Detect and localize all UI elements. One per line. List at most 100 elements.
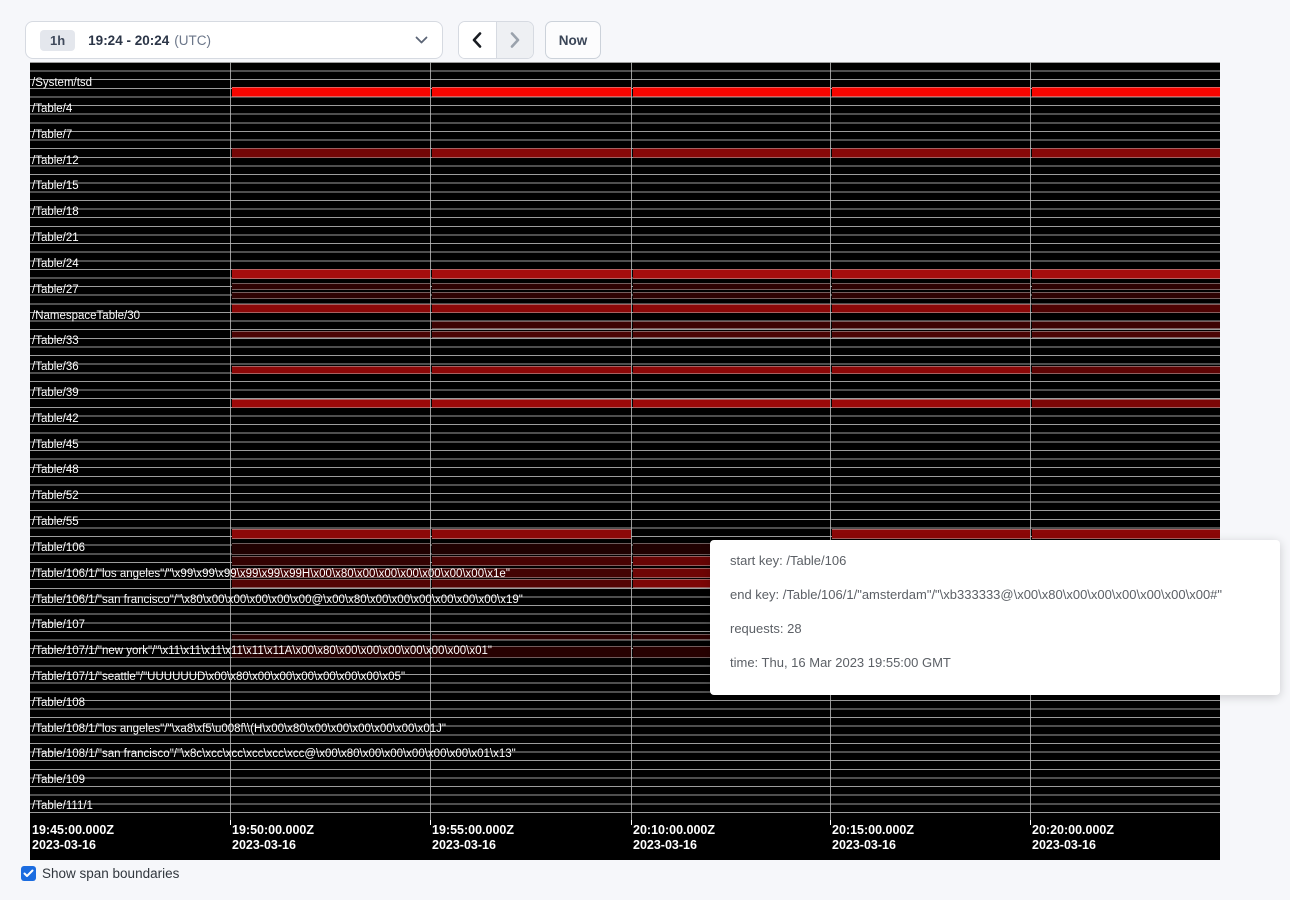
span-band (832, 283, 1030, 290)
prev-interval-button[interactable] (459, 22, 496, 58)
span-band (232, 269, 430, 279)
span-band (432, 529, 631, 539)
chevron-right-icon (510, 32, 520, 48)
span-band (832, 87, 1030, 97)
axis-tick (230, 820, 231, 825)
axis-tick-label: 20:15:00.000Z2023-03-16 (832, 823, 914, 853)
row-label: /Table/55 (32, 516, 79, 529)
span-band (432, 366, 631, 374)
row-label: /Table/108/1/"los angeles"/"\xa8\xf5\u00… (32, 723, 446, 736)
span-band (432, 148, 631, 158)
span-band (432, 283, 631, 290)
span-band (1032, 399, 1220, 408)
span-band (432, 331, 631, 338)
span-band (1032, 292, 1220, 299)
span-band (1032, 331, 1220, 338)
row-label: /Table/24 (32, 258, 79, 271)
span-band (832, 292, 1030, 299)
row-label: /Table/48 (32, 464, 79, 477)
span-band (432, 292, 631, 299)
axis-tick (430, 820, 431, 825)
span-band (432, 543, 631, 555)
span-band (633, 304, 830, 313)
span-band (232, 304, 430, 313)
key-visualizer-chart[interactable]: /System/tsd/Table/4/Table/7/Table/12/Tab… (30, 62, 1220, 860)
span-band (232, 366, 430, 374)
span-band (832, 148, 1030, 158)
row-label: /NamespaceTable/30 (32, 310, 140, 323)
footer-controls: Show span boundaries (21, 866, 179, 881)
row-label: /Table/12 (32, 155, 79, 168)
row-label: /Table/21 (32, 232, 79, 245)
row-label: /Table/18 (32, 206, 79, 219)
span-band (832, 366, 1030, 374)
span-band (633, 292, 830, 299)
row-label: /Table/109 (32, 774, 85, 787)
row-label: /Table/107 (32, 619, 85, 632)
row-label: /Table/27 (32, 284, 79, 297)
span-band (633, 321, 830, 329)
span-band (1032, 529, 1220, 539)
span-band (633, 399, 830, 408)
row-label: /Table/111/1 (32, 800, 93, 813)
span-band (832, 269, 1030, 279)
row-label: /Table/52 (32, 490, 79, 503)
plot-area[interactable]: /System/tsd/Table/4/Table/7/Table/12/Tab… (30, 62, 1220, 820)
span-band (1032, 304, 1220, 313)
check-icon (23, 869, 34, 878)
span-band (633, 331, 830, 338)
span-band (232, 634, 430, 640)
time-nav-group (458, 21, 534, 59)
row-label: /Table/108 (32, 697, 85, 710)
row-label: /Table/42 (32, 413, 79, 426)
span-band (232, 399, 430, 408)
span-band (1032, 87, 1220, 97)
grid-line-x (230, 62, 231, 820)
checkbox-label: Show span boundaries (42, 866, 179, 881)
row-label: /System/tsd (32, 77, 92, 90)
span-band (232, 148, 430, 158)
span-band (832, 331, 1030, 338)
grid-line-x (830, 62, 831, 820)
next-interval-button[interactable] (496, 22, 533, 58)
grid-line-x (1030, 62, 1031, 820)
axis-tick-label: 19:45:00.000Z2023-03-16 (32, 823, 114, 853)
axis-tick-label: 20:10:00.000Z2023-03-16 (633, 823, 715, 853)
axis-tick (1030, 820, 1031, 825)
range-timezone: (UTC) (174, 33, 211, 48)
row-label: /Table/39 (32, 387, 79, 400)
row-label: /Table/15 (32, 180, 79, 193)
span-band (633, 283, 830, 290)
span-band (232, 556, 430, 566)
tooltip-time: time: Thu, 16 Mar 2023 19:55:00 GMT (730, 655, 1260, 671)
span-band (832, 321, 1030, 329)
axis-tick (830, 820, 831, 825)
row-label: /Table/107/1/"new york"/"\x11\x11\x11\x1… (32, 645, 492, 658)
span-band (432, 304, 631, 313)
row-label: /Table/33 (32, 335, 79, 348)
span-band (232, 283, 430, 290)
now-button[interactable]: Now (545, 21, 601, 59)
span-band (1032, 321, 1220, 329)
span-band (633, 87, 830, 97)
span-band (232, 87, 430, 97)
time-range-dropdown[interactable]: 1h 19:24 - 20:24 (UTC) (25, 21, 443, 59)
span-band (1032, 269, 1220, 279)
span-band (432, 87, 631, 97)
span-band (633, 148, 830, 158)
chevron-left-icon (472, 32, 482, 48)
span-band (232, 543, 430, 555)
span-tooltip: start key: /Table/106 end key: /Table/10… (710, 540, 1280, 695)
axis-tick (631, 820, 632, 825)
show-span-boundaries-checkbox[interactable] (21, 866, 36, 881)
row-label: /Table/36 (32, 361, 79, 374)
tooltip-start-key: start key: /Table/106 (730, 553, 1260, 569)
row-label: /Table/106/1/"los angeles"/"\x99\x99\x99… (32, 568, 510, 581)
span-band (432, 321, 631, 329)
row-label: /Table/7 (32, 129, 72, 142)
span-band (1032, 148, 1220, 158)
axis-tick-label: 19:55:00.000Z2023-03-16 (432, 823, 514, 853)
span-band (633, 269, 830, 279)
span-band (432, 399, 631, 408)
row-label: /Table/108/1/"san francisco"/"\x8c\xcc\x… (32, 748, 516, 761)
